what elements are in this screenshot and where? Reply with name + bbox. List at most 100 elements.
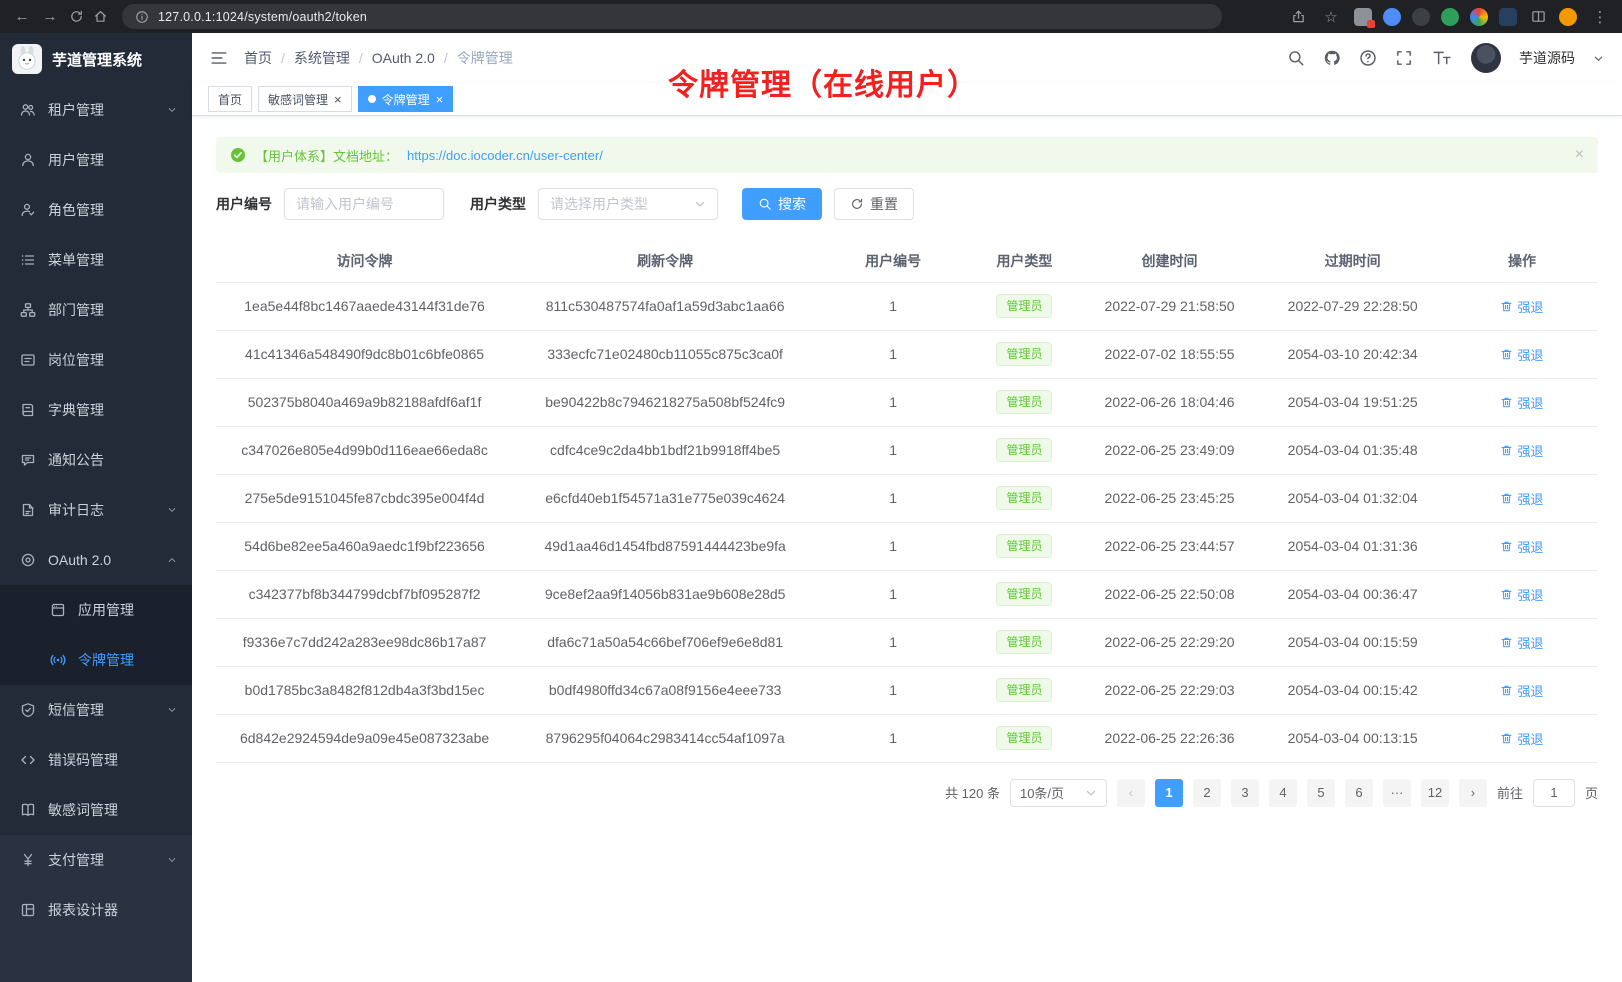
expire-time-cell: 2054-03-04 00:13:15 xyxy=(1259,714,1446,762)
tab-split-icon[interactable] xyxy=(1528,7,1548,27)
prev-page-button[interactable]: ‹ xyxy=(1117,779,1145,807)
github-icon[interactable] xyxy=(1323,49,1341,67)
sidebar-item-menu[interactable]: 菜单管理 xyxy=(0,235,192,285)
tab-sensitive-word[interactable]: 敏感词管理× xyxy=(258,86,352,112)
sidebar-item-role[interactable]: 角色管理 xyxy=(0,185,192,235)
expire-time-cell: 2022-07-29 22:28:50 xyxy=(1259,282,1446,330)
page-button-3[interactable]: 3 xyxy=(1231,779,1259,807)
page-button-1[interactable]: 1 xyxy=(1155,779,1183,807)
fullscreen-icon[interactable] xyxy=(1395,49,1413,67)
doc-link[interactable]: https://doc.iocoder.cn/user-center/ xyxy=(407,148,603,163)
tab-close-icon[interactable]: × xyxy=(436,93,444,106)
browser-forward-icon[interactable]: → xyxy=(38,7,62,27)
user-avatar[interactable] xyxy=(1471,43,1501,73)
page-button-6[interactable]: 6 xyxy=(1345,779,1373,807)
user-type-select[interactable]: 请选择用户类型 xyxy=(538,188,718,220)
sidebar-item-oauth2-app[interactable]: 应用管理 xyxy=(0,585,192,635)
expire-time-cell: 2054-03-04 00:15:42 xyxy=(1259,666,1446,714)
reset-button[interactable]: 重置 xyxy=(834,188,914,220)
refresh-token-cell: dfa6c71a50a54c66bef706ef9e6e8d81 xyxy=(513,618,817,666)
sidebar-item-label: 报表设计器 xyxy=(48,900,118,920)
tab-label: 令牌管理 xyxy=(382,91,430,108)
browser-profile-avatar[interactable] xyxy=(1559,8,1577,26)
page-ellipsis[interactable]: ··· xyxy=(1383,779,1411,807)
force-logout-button[interactable]: 强退 xyxy=(1500,585,1543,604)
force-logout-button[interactable]: 强退 xyxy=(1500,441,1543,460)
browser-address-bar[interactable]: 127.0.0.1:1024/system/oauth2/token xyxy=(122,4,1222,29)
force-logout-button[interactable]: 强退 xyxy=(1500,297,1543,316)
extension-icon[interactable] xyxy=(1383,8,1401,26)
browser-home-icon[interactable] xyxy=(90,7,110,27)
browser-back-icon[interactable]: ← xyxy=(10,7,34,27)
sidebar-item-post[interactable]: 岗位管理 xyxy=(0,335,192,385)
sidebar-item-sensitive-word[interactable]: 敏感词管理 xyxy=(0,785,192,835)
trash-icon xyxy=(1500,444,1513,457)
page-button-5[interactable]: 5 xyxy=(1307,779,1335,807)
force-logout-button[interactable]: 强退 xyxy=(1500,729,1543,748)
breadcrumb-item[interactable]: 首页 xyxy=(244,48,272,68)
sidebar-item-oauth2-token[interactable]: 令牌管理 xyxy=(0,635,192,685)
app-logo-row[interactable]: 芋道管理系统 xyxy=(0,33,192,85)
extension-badge xyxy=(1367,20,1375,28)
page-size-select[interactable]: 10条/页 xyxy=(1010,779,1107,807)
alert-close-icon[interactable]: × xyxy=(1575,147,1584,163)
sidebar-item-sms[interactable]: 短信管理 xyxy=(0,685,192,735)
sidebar-item-error-code[interactable]: 错误码管理 xyxy=(0,735,192,785)
page-button-12[interactable]: 12 xyxy=(1421,779,1449,807)
refresh-token-cell: be90422b8c7946218275a508bf524fc9 xyxy=(513,378,817,426)
share-icon[interactable] xyxy=(1288,7,1308,27)
breadcrumb-item[interactable]: 系统管理 xyxy=(294,48,350,68)
goto-page-input[interactable] xyxy=(1533,779,1575,807)
create-time-cell: 2022-06-25 22:50:08 xyxy=(1080,570,1260,618)
force-logout-button[interactable]: 强退 xyxy=(1500,489,1543,508)
extension-icon[interactable] xyxy=(1441,8,1459,26)
page-button-2[interactable]: 2 xyxy=(1193,779,1221,807)
sidebar-item-user[interactable]: 用户管理 xyxy=(0,135,192,185)
sidebar-item-audit-log[interactable]: 审计日志 xyxy=(0,485,192,535)
browser-menu-icon[interactable]: ⋮ xyxy=(1588,7,1612,27)
font-size-icon[interactable] xyxy=(1431,49,1453,67)
force-logout-button[interactable]: 强退 xyxy=(1500,537,1543,556)
extension-icon[interactable] xyxy=(1412,8,1430,26)
tab-token[interactable]: 令牌管理 × xyxy=(358,86,454,112)
sidebar-item-dict[interactable]: 字典管理 xyxy=(0,385,192,435)
sidebar-item-notice[interactable]: 通知公告 xyxy=(0,435,192,485)
sidebar-item-dept[interactable]: 部门管理 xyxy=(0,285,192,335)
extension-icon[interactable] xyxy=(1499,8,1517,26)
force-logout-label: 强退 xyxy=(1517,393,1543,412)
breadcrumb-item[interactable]: OAuth 2.0 xyxy=(372,50,435,66)
force-logout-button[interactable]: 强退 xyxy=(1500,633,1543,652)
extension-icon[interactable] xyxy=(1470,8,1488,26)
search-icon[interactable] xyxy=(1287,49,1305,67)
sidebar-item-pay[interactable]: 支付管理 xyxy=(0,835,192,885)
user-id-input[interactable] xyxy=(284,188,444,220)
sidebar-item-tenant[interactable]: 租户管理 xyxy=(0,85,192,135)
search-button[interactable]: 搜索 xyxy=(742,188,822,220)
trash-icon xyxy=(1500,348,1513,361)
page-button-4[interactable]: 4 xyxy=(1269,779,1297,807)
force-logout-button[interactable]: 强退 xyxy=(1500,393,1543,412)
chevron-down-icon xyxy=(166,704,178,716)
user-name[interactable]: 芋道源码 xyxy=(1519,48,1575,68)
browser-reload-icon[interactable] xyxy=(66,7,86,27)
help-icon[interactable] xyxy=(1359,49,1377,67)
access-token-cell: 502375b8040a469a9b82188afdf6af1f xyxy=(216,378,513,426)
tab-close-icon[interactable]: × xyxy=(334,93,342,106)
site-info-icon[interactable] xyxy=(135,10,149,24)
sidebar-item-oauth2[interactable]: OAuth 2.0 xyxy=(0,535,192,585)
bookmark-star-icon[interactable]: ☆ xyxy=(1319,7,1343,27)
page-root: ← → 127.0.0.1:1024/system/oauth2/token ☆… xyxy=(0,0,1622,982)
tab-home[interactable]: 首页 xyxy=(208,86,252,112)
force-logout-button[interactable]: 强退 xyxy=(1500,345,1543,364)
trash-icon xyxy=(1500,588,1513,601)
force-logout-button[interactable]: 强退 xyxy=(1500,681,1543,700)
next-page-button[interactable]: › xyxy=(1459,779,1487,807)
extension-icon[interactable] xyxy=(1354,8,1372,26)
collapse-sidebar-icon[interactable] xyxy=(210,49,228,67)
sidebar-menu: 租户管理用户管理角色管理菜单管理部门管理岗位管理字典管理通知公告审计日志OAut… xyxy=(0,85,192,982)
sidebar-item-report-designer[interactable]: 报表设计器 xyxy=(0,885,192,935)
breadcrumb-item: 令牌管理 xyxy=(457,48,513,68)
main-area: 首页/系统管理/OAuth 2.0/令牌管理 芋道源码 首页敏感词管理×令牌管理… xyxy=(192,33,1622,982)
column-header: 用户类型 xyxy=(969,240,1080,282)
chevron-down-icon[interactable] xyxy=(1593,53,1604,64)
